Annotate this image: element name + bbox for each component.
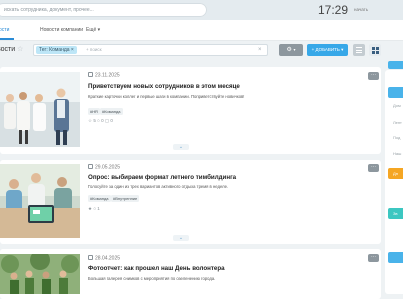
sidebar-item[interactable]: Зв [393, 211, 403, 217]
filter-chip[interactable]: Тег: Команда × [36, 46, 77, 54]
filter-search-input[interactable]: + поиск [86, 46, 102, 54]
post-title[interactable]: Фотоотчет: как прошел наш День волонтера [88, 265, 225, 273]
more-menu-button[interactable]: ··· [368, 254, 379, 262]
sidebar-item[interactable]: Лент [393, 120, 403, 126]
sidebar-widget-header[interactable] [388, 61, 403, 69]
post-date: 28.04.2025 [88, 255, 120, 263]
comments-icon[interactable]: ▢ [105, 118, 109, 123]
work-day-label[interactable]: начать [354, 7, 368, 12]
list-view-button[interactable] [353, 44, 365, 56]
post-tag[interactable]: #Команда [88, 195, 111, 202]
like-icon[interactable]: ☆ [88, 118, 92, 123]
views-icon: ○ [97, 118, 100, 123]
more-menu-button[interactable]: ··· [368, 72, 379, 80]
global-search-input[interactable]: искать сотрудника, документ, прочее... [0, 3, 207, 17]
post-date: 29.05.2025 [88, 164, 120, 172]
calendar-icon [88, 72, 93, 77]
post-excerpt: Голосуйте за один из трех вариантов акти… [88, 184, 229, 189]
sidebar-item[interactable]: Дн [393, 171, 403, 177]
settings-button[interactable]: ⚙ ▾ [279, 44, 303, 56]
post-date: 23.11.2025 [88, 72, 120, 80]
tab-news[interactable]: Новости [0, 20, 9, 40]
post-image[interactable] [0, 164, 80, 238]
expand-chevron-icon[interactable]: ⌄ [173, 144, 189, 150]
page-title: Новости [0, 46, 16, 53]
more-menu-button[interactable]: ··· [368, 164, 379, 172]
active-tab-indicator [0, 38, 14, 40]
add-button[interactable]: + ДОБАВИТЬ ▾ [307, 44, 348, 56]
post-image[interactable] [0, 72, 80, 147]
sidebar-item[interactable]: Наш [393, 151, 403, 157]
post-title[interactable]: Приветствуем новых сотрудников в этом ме… [88, 83, 240, 91]
close-icon[interactable]: × [71, 47, 74, 53]
plus-icon: + [311, 47, 315, 52]
clear-filter-icon[interactable]: × [258, 46, 262, 54]
sidebar-item[interactable]: Под [393, 135, 403, 141]
expand-chevron-icon[interactable]: ⌄ [173, 235, 189, 241]
post-excerpt: Большая галерея снимков с мероприятия по… [88, 276, 216, 281]
calendar-icon [88, 255, 93, 260]
post-title[interactable]: Опрос: выбираем формат летнего тимбилдин… [88, 174, 236, 182]
chevron-down-icon: ▾ [341, 47, 344, 52]
sidebar-widget-header[interactable] [388, 252, 403, 263]
chevron-down-icon: ▾ [293, 47, 296, 52]
post-stats: ★ ○ 1 [88, 206, 100, 211]
post-image[interactable] [0, 254, 80, 294]
gear-icon: ⚙ [286, 47, 292, 53]
post-stats: ☆ 5 ○ 0 ▢ 0 [88, 118, 113, 123]
tab-company-news[interactable]: Новости компании [40, 20, 83, 40]
tab-more[interactable]: Ещё ▾ [86, 20, 100, 40]
post-tag[interactable]: #Внутренние [111, 195, 140, 202]
sidebar-item[interactable]: Дом [393, 103, 403, 109]
views-icon: ○ [93, 206, 97, 211]
like-icon[interactable]: ★ [88, 206, 92, 211]
grid-view-button[interactable] [369, 44, 381, 56]
chevron-down-icon: ▾ [97, 27, 101, 33]
clock: 17:29 [318, 3, 349, 17]
post-excerpt: Краткие карточки коллег и первые шаги в … [88, 94, 245, 99]
post-tag[interactable]: #HR [88, 108, 101, 115]
sidebar-widget-header[interactable] [388, 87, 403, 98]
post-tag[interactable]: #Команда [100, 108, 123, 115]
star-icon[interactable]: ☆ [17, 44, 23, 56]
calendar-icon [88, 164, 93, 169]
